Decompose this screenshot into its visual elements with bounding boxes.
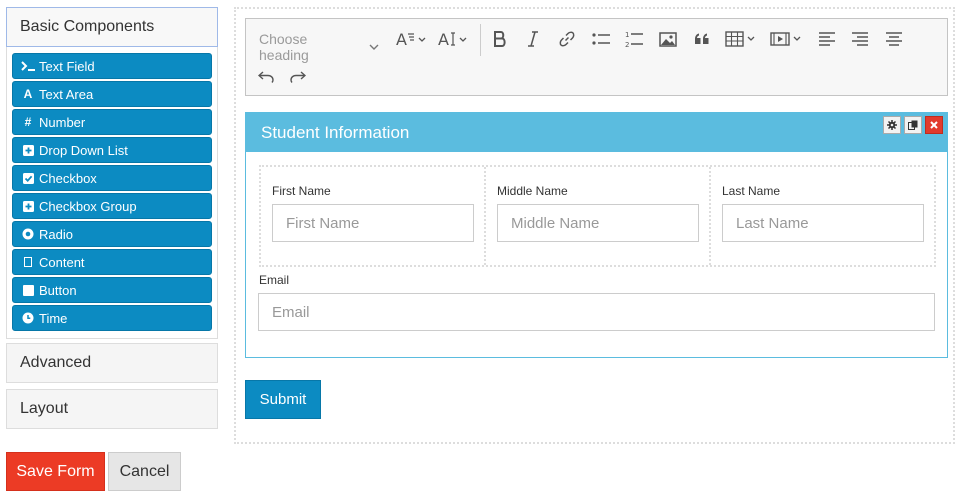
component-text-area[interactable]: A Text Area bbox=[12, 81, 212, 107]
blockquote-icon[interactable] bbox=[691, 29, 713, 49]
basic-components-list: Text Field A Text Area # Number Drop Dow… bbox=[6, 47, 218, 339]
accordion-layout-title: Layout bbox=[20, 400, 69, 417]
middle-name-field[interactable]: Middle Name bbox=[497, 204, 699, 242]
stop-icon bbox=[21, 284, 35, 296]
table-icon[interactable] bbox=[724, 29, 760, 49]
component-number[interactable]: # Number bbox=[12, 109, 212, 135]
gear-icon[interactable] bbox=[883, 116, 901, 134]
panel-title: Student Information bbox=[261, 122, 410, 142]
clock-icon bbox=[21, 312, 35, 324]
svg-text:A: A bbox=[438, 30, 449, 48]
component-label: Radio bbox=[39, 226, 73, 242]
panel-header: Student Information bbox=[246, 113, 947, 152]
link-icon[interactable] bbox=[557, 29, 577, 49]
component-label: Checkbox Group bbox=[39, 198, 137, 214]
square-outline-icon bbox=[21, 257, 35, 267]
component-radio[interactable]: Radio bbox=[12, 221, 212, 247]
plus-square-icon bbox=[21, 144, 35, 156]
align-right-icon[interactable] bbox=[850, 29, 870, 49]
first-name-field[interactable]: First Name bbox=[272, 204, 474, 242]
component-label: Text Field bbox=[39, 58, 95, 74]
email-label: Email bbox=[259, 273, 290, 287]
email-field[interactable]: Email bbox=[258, 293, 935, 331]
component-label: Button bbox=[39, 282, 77, 298]
rich-text-editor-toolbar: Choose heading A A 12 bbox=[245, 18, 948, 96]
accordion-basic-title: Basic Components bbox=[20, 18, 155, 35]
bold-icon[interactable] bbox=[490, 29, 510, 49]
accordion-basic-components[interactable]: Basic Components bbox=[6, 7, 218, 47]
font-icon: A bbox=[23, 87, 33, 101]
heading-select-label: Choose heading bbox=[259, 31, 309, 63]
column-middle-name: Middle Name Middle Name bbox=[486, 167, 711, 265]
image-icon[interactable] bbox=[657, 29, 679, 49]
columns-container: First Name First Name Middle Name Middle… bbox=[259, 165, 936, 267]
svg-text:2: 2 bbox=[625, 41, 629, 48]
save-form-button[interactable]: Save Form bbox=[6, 452, 105, 491]
align-center-icon[interactable] bbox=[884, 29, 904, 49]
numbered-list-icon[interactable]: 12 bbox=[623, 29, 645, 49]
svg-text:1: 1 bbox=[625, 31, 629, 39]
component-label: Checkbox bbox=[39, 170, 97, 186]
hash-icon: # bbox=[24, 115, 32, 129]
check-square-icon bbox=[21, 172, 35, 184]
svg-text:A: A bbox=[396, 30, 407, 48]
component-label: Time bbox=[39, 310, 68, 326]
panel-tools bbox=[883, 116, 943, 134]
form-actions: Save Form Cancel bbox=[6, 452, 181, 491]
chevron-down-icon bbox=[369, 41, 379, 53]
component-drop-down-list[interactable]: Drop Down List bbox=[12, 137, 212, 163]
student-information-panel[interactable]: Student Information First Name First Nam… bbox=[245, 112, 948, 358]
heading-select[interactable]: Choose heading bbox=[259, 31, 379, 63]
media-embed-icon[interactable] bbox=[769, 29, 805, 49]
component-label: Content bbox=[39, 254, 85, 270]
column-first-name: First Name First Name bbox=[261, 167, 486, 265]
component-time[interactable]: Time bbox=[12, 305, 212, 331]
component-checkbox-group[interactable]: Checkbox Group bbox=[12, 193, 212, 219]
submit-button[interactable]: Submit bbox=[245, 380, 321, 419]
dot-circle-icon bbox=[21, 228, 35, 240]
undo-icon[interactable] bbox=[256, 67, 276, 87]
font-family-icon[interactable]: A bbox=[437, 29, 473, 49]
toolbar-separator bbox=[480, 24, 481, 56]
column-last-name: Last Name Last Name bbox=[711, 167, 934, 265]
component-content[interactable]: Content bbox=[12, 249, 212, 275]
font-size-icon[interactable]: A bbox=[395, 29, 431, 49]
middle-name-label: Middle Name bbox=[497, 184, 568, 198]
accordion-advanced-title: Advanced bbox=[20, 354, 92, 371]
close-icon[interactable] bbox=[925, 116, 943, 134]
italic-icon[interactable] bbox=[523, 29, 543, 49]
terminal-icon bbox=[21, 61, 35, 71]
bulleted-list-icon[interactable] bbox=[590, 29, 612, 49]
component-button[interactable]: Button bbox=[12, 277, 212, 303]
first-name-label: First Name bbox=[272, 184, 331, 198]
plus-square-icon bbox=[21, 200, 35, 212]
component-text-field[interactable]: Text Field bbox=[12, 53, 212, 79]
cancel-button[interactable]: Cancel bbox=[108, 452, 181, 491]
component-label: Drop Down List bbox=[39, 142, 128, 158]
align-left-icon[interactable] bbox=[817, 29, 837, 49]
component-label: Text Area bbox=[39, 86, 94, 102]
component-label: Number bbox=[39, 114, 86, 130]
component-sidebar: Basic Components Text Field A Text Area … bbox=[6, 7, 218, 435]
component-checkbox[interactable]: Checkbox bbox=[12, 165, 212, 191]
redo-icon[interactable] bbox=[288, 67, 308, 87]
last-name-field[interactable]: Last Name bbox=[722, 204, 924, 242]
last-name-label: Last Name bbox=[722, 184, 781, 198]
copy-icon[interactable] bbox=[904, 116, 922, 134]
accordion-layout[interactable]: Layout bbox=[6, 389, 218, 429]
accordion-advanced[interactable]: Advanced bbox=[6, 343, 218, 383]
